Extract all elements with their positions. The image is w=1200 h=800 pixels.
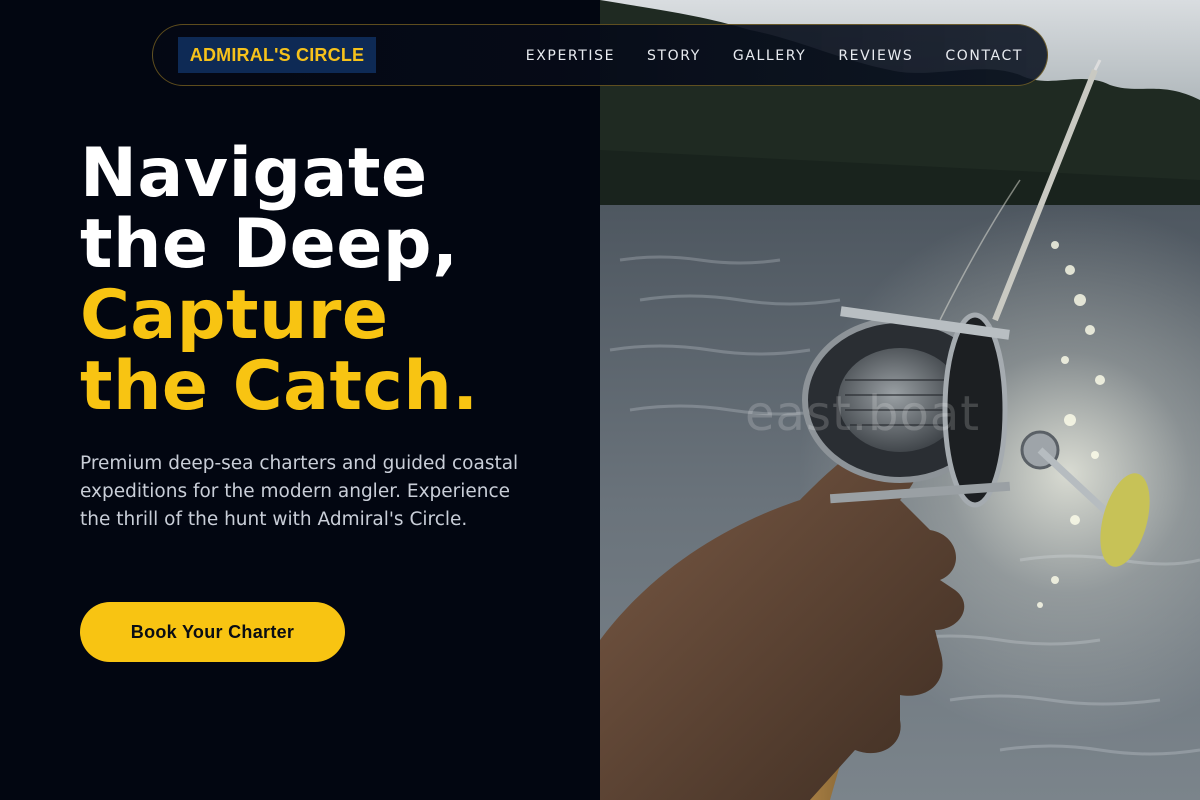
brand-logo[interactable]: ADMIRAL'S CIRCLE	[178, 37, 376, 73]
headline-line-3: Capture	[80, 276, 389, 355]
fishing-reel-photo	[600, 0, 1200, 800]
nav-link-gallery[interactable]: GALLERY	[733, 48, 806, 64]
hero-headline: Navigate the Deep, Capture the Catch.	[80, 138, 580, 422]
headline-line-1: Navigate	[80, 134, 428, 213]
nav-link-expertise[interactable]: EXPERTISE	[526, 48, 615, 64]
headline-line-4: the Catch.	[80, 347, 479, 426]
nav-links: EXPERTISE STORY GALLERY REVIEWS CONTACT	[526, 25, 1023, 87]
hero-photo	[600, 0, 1200, 800]
nav-link-contact[interactable]: CONTACT	[945, 48, 1023, 64]
hero-subtitle: Premium deep-sea charters and guided coa…	[80, 453, 519, 530]
nav-link-story[interactable]: STORY	[647, 48, 701, 64]
book-charter-button[interactable]: Book Your Charter	[80, 602, 345, 662]
top-navigation: ADMIRAL'S CIRCLE EXPERTISE STORY GALLERY…	[152, 24, 1048, 86]
headline-line-2: the Deep,	[80, 205, 459, 284]
nav-link-reviews[interactable]: REVIEWS	[838, 48, 913, 64]
